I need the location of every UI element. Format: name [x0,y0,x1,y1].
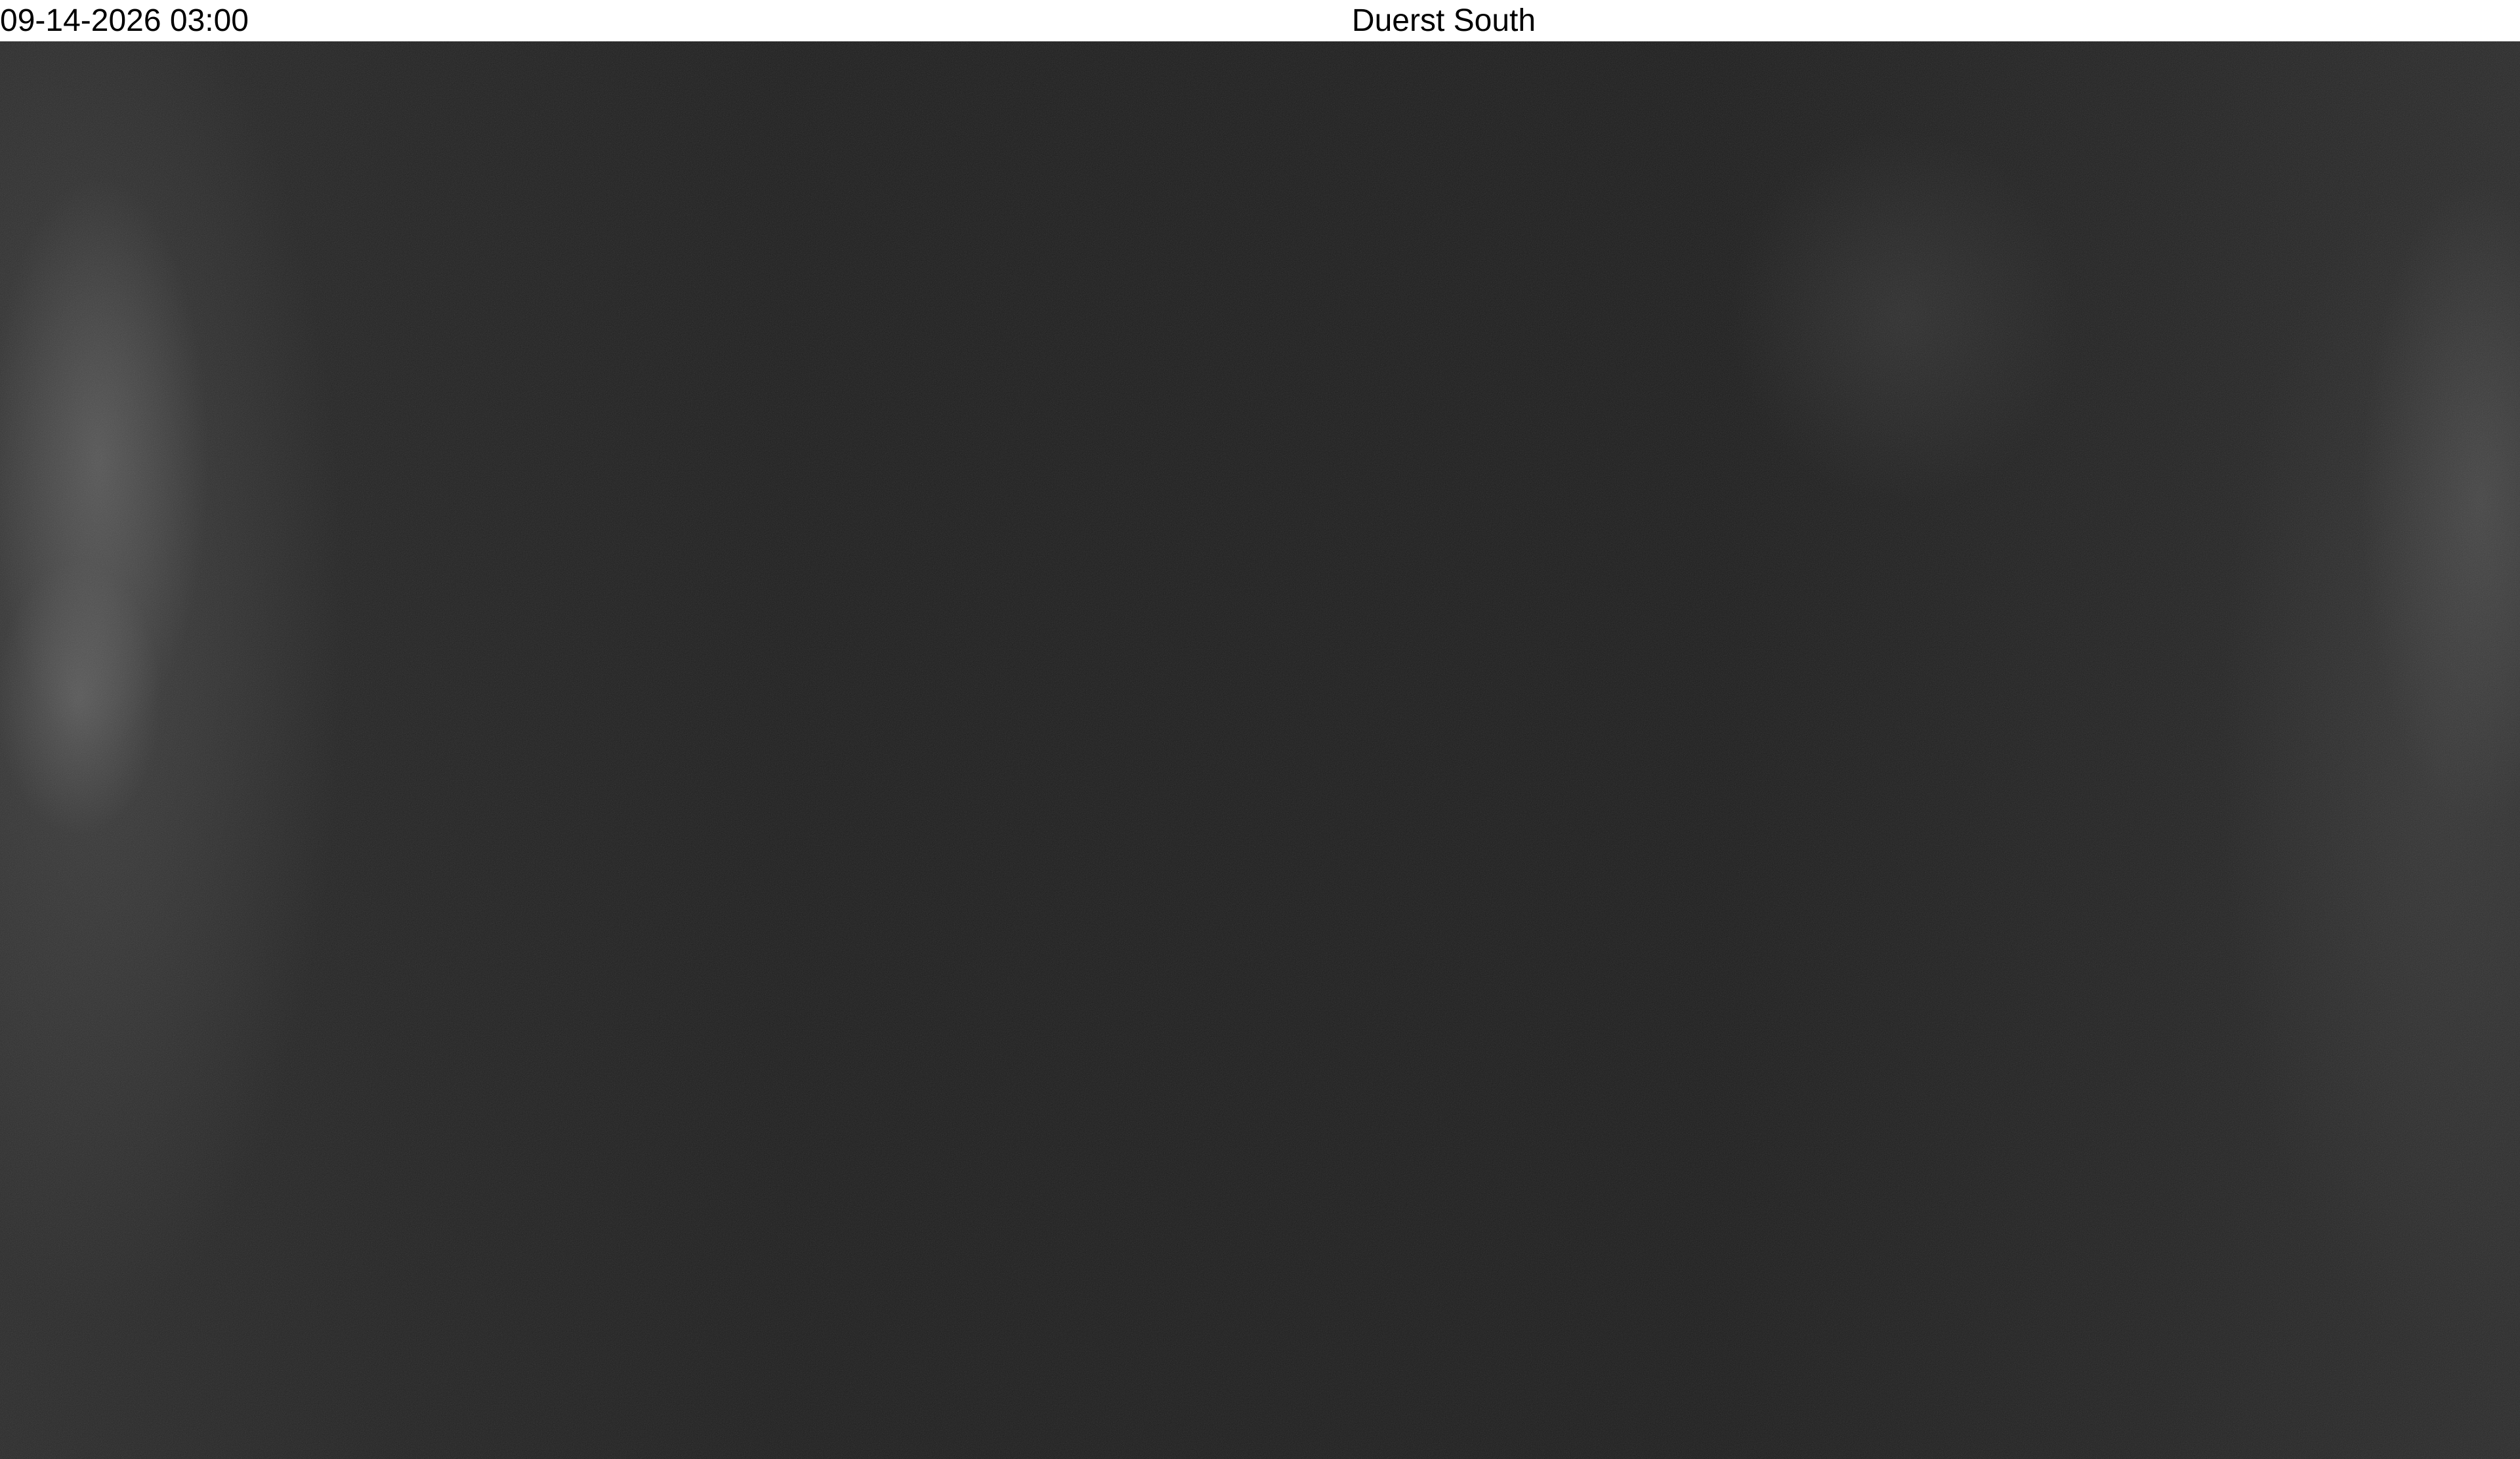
caption-bar: 09-14-2026 03:00 Duerst South [0,0,2520,41]
night-scene-image [0,41,2520,1459]
camera-name-label: Duerst South [1351,3,1536,38]
sensor-noise-overlay [0,41,2520,1459]
webcam-frame: 09-14-2026 03:00 Duerst South [0,0,2520,1459]
